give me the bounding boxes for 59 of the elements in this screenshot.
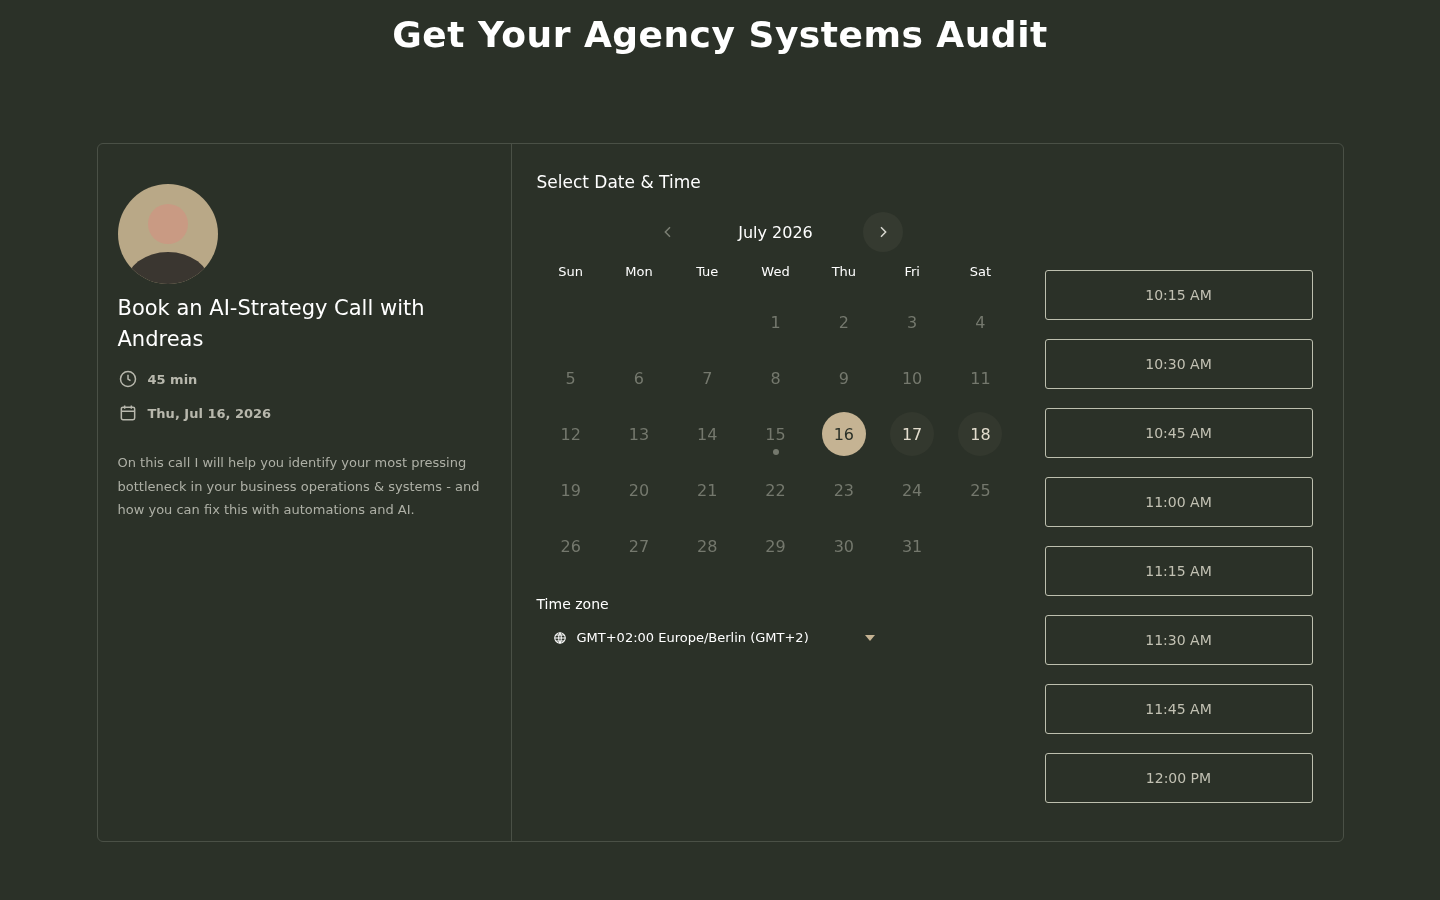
calendar-day[interactable]: 22 <box>753 468 798 512</box>
calendar-day[interactable]: 14 <box>685 412 730 456</box>
clock-icon <box>117 369 138 389</box>
weekday-label: Thu <box>831 264 857 279</box>
calendar-day[interactable]: 28 <box>685 524 730 568</box>
calendar-day[interactable]: 8 <box>753 356 798 400</box>
next-month-button[interactable] <box>862 212 903 252</box>
calendar-day[interactable]: 30 <box>821 524 866 568</box>
calendar-day[interactable]: 13 <box>616 412 661 456</box>
calendar-day[interactable]: 7 <box>685 356 730 400</box>
calendar-day[interactable]: 11 <box>958 356 1003 400</box>
globe-icon <box>552 630 567 645</box>
time-slot-button[interactable]: 12:00 PM <box>1044 753 1313 803</box>
weekday-label: Sat <box>969 264 992 279</box>
calendar-day[interactable]: 15 <box>753 412 798 456</box>
calendar-day[interactable]: 21 <box>685 468 730 512</box>
weekday-label: Tue <box>696 264 719 279</box>
calendar-day[interactable]: 9 <box>821 356 866 400</box>
time-slot-button[interactable]: 11:30 AM <box>1044 615 1313 665</box>
calendar-day[interactable]: 5 <box>548 356 593 400</box>
month-label: July 2026 <box>738 222 813 242</box>
event-date: Thu, Jul 16, 2026 <box>147 405 272 421</box>
calendar-day[interactable]: 27 <box>616 524 661 568</box>
calendar-day[interactable]: 24 <box>890 468 935 512</box>
time-slot-button[interactable]: 10:45 AM <box>1044 408 1313 458</box>
time-slot-button[interactable]: 11:15 AM <box>1044 546 1313 596</box>
calendar-day[interactable]: 17 <box>890 412 935 456</box>
timezone-label: Time zone <box>536 596 610 612</box>
weekday-label: Wed <box>761 264 790 279</box>
calendar-day[interactable]: 10 <box>890 356 935 400</box>
weekday-label: Mon <box>625 264 653 279</box>
calendar-day[interactable]: 1 <box>753 300 798 344</box>
duration: 45 min <box>147 371 198 387</box>
calendar-day[interactable]: 16 <box>821 412 866 456</box>
weekday-label: Fri <box>904 264 920 279</box>
calendar-day[interactable]: 19 <box>548 468 593 512</box>
section-heading: Select Date & Time <box>536 172 702 192</box>
calendar-day[interactable]: 20 <box>616 468 661 512</box>
calendar-day[interactable]: 23 <box>821 468 866 512</box>
timezone-dropdown[interactable]: GMT+02:00 Europe/Berlin (GMT+2) <box>536 622 892 653</box>
event-description: On this call I will help you identify your most pressing bottleneck in your business operations & systems - and how you can fix this with automations and AI. <box>117 454 481 519</box>
calendar-day[interactable]: 29 <box>753 524 798 568</box>
calendar-day[interactable]: 3 <box>890 300 935 344</box>
calendar-day[interactable]: 31 <box>890 524 935 568</box>
event-title: Book an AI-Strategy Call with Andreas <box>117 295 426 353</box>
weekday-label: Sun <box>558 264 583 279</box>
calendar-day[interactable]: 2 <box>821 300 866 344</box>
time-slot-button[interactable]: 10:30 AM <box>1044 339 1313 389</box>
page-title: Get Your Agency Systems Audit <box>392 14 1048 55</box>
calendar-day[interactable]: 12 <box>548 412 593 456</box>
time-slot-button[interactable]: 10:15 AM <box>1044 270 1313 320</box>
calendar-day[interactable]: 26 <box>548 524 593 568</box>
time-slot-button[interactable]: 11:00 AM <box>1044 477 1313 527</box>
calendar-day[interactable]: 25 <box>958 468 1003 512</box>
calendar-day[interactable]: 6 <box>616 356 661 400</box>
time-slot-button[interactable]: 11:45 AM <box>1044 684 1313 734</box>
calendar-day[interactable]: 4 <box>958 300 1003 344</box>
caret-down-icon <box>863 633 876 642</box>
calendar-day[interactable]: 18 <box>958 412 1003 456</box>
